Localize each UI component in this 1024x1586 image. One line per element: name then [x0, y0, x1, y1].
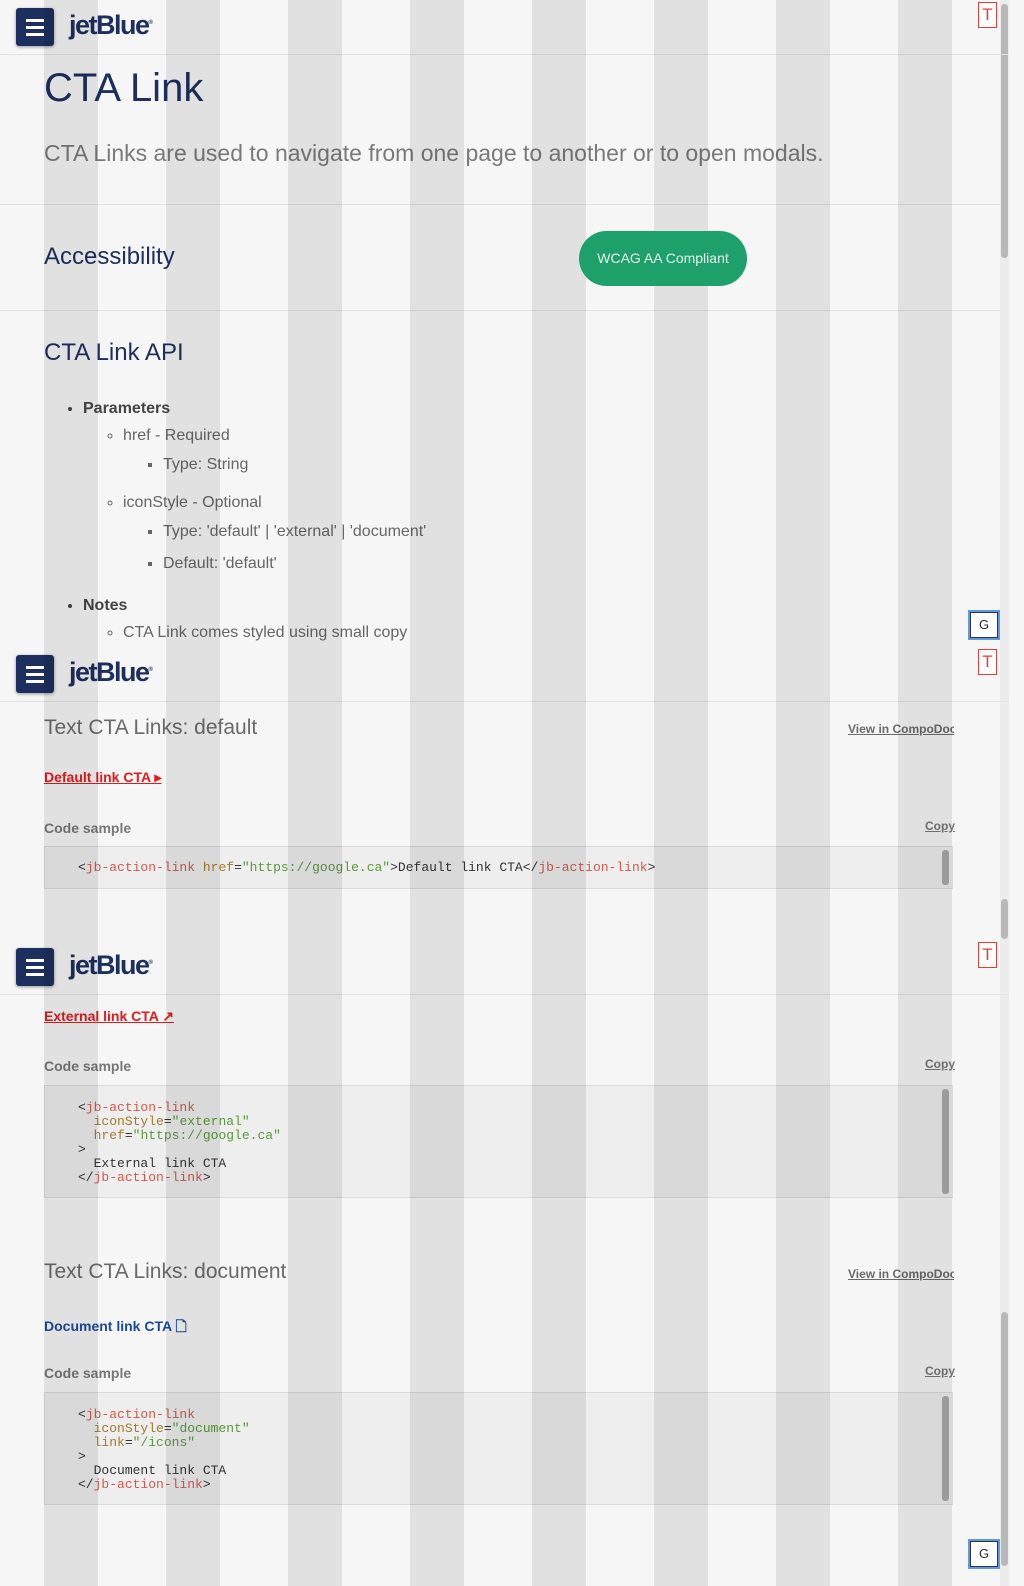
jetblue-logo[interactable]: jetBlue®	[69, 10, 153, 41]
menu-button[interactable]	[16, 948, 54, 986]
top-header: jetBlue® T	[0, 647, 1009, 702]
jetblue-logo[interactable]: jetBlue®	[69, 950, 153, 981]
copy-button[interactable]: Copy	[925, 1057, 955, 1071]
menu-button[interactable]	[16, 8, 54, 46]
code-block[interactable]: <jb-action-link iconStyle="document" lin…	[44, 1392, 953, 1505]
code-block[interactable]: <jb-action-link href="https://google.ca"…	[44, 846, 953, 889]
divider	[0, 310, 1000, 311]
section-title-document: Text CTA Links: document	[44, 1260, 287, 1283]
compodoc-link[interactable]: View in CompoDoc	[848, 1267, 954, 1281]
code-scrollbar[interactable]	[942, 850, 949, 885]
notes-item: Notes CTA Link comes styled using small …	[83, 595, 426, 647]
wcag-badge: WCAG AA Compliant	[579, 231, 747, 286]
code-block[interactable]: <jb-action-link iconStyle="external" hre…	[44, 1085, 953, 1198]
accessibility-heading: Accessibility	[44, 243, 175, 270]
g-marker-icon[interactable]: G	[968, 610, 1000, 640]
g-marker-icon[interactable]: G	[968, 1539, 1000, 1569]
parameters-item: Parameters href - Required Type: String …	[83, 398, 426, 595]
section-title-default: Text CTA Links: default	[44, 716, 258, 739]
page-lead: CTA Links are used to navigate from one …	[44, 140, 824, 166]
screen-section-default: jetBlue® T Text CTA Links: default View …	[0, 647, 1009, 940]
t-marker-icon[interactable]: T	[978, 2, 997, 28]
scrollbar[interactable]	[1000, 940, 1009, 1586]
param-iconstyle: iconStyle - Optional Type: 'default' | '…	[123, 490, 426, 589]
api-list: Parameters href - Required Type: String …	[44, 398, 426, 647]
copy-button[interactable]: Copy	[925, 1364, 955, 1378]
page-title: CTA Link	[44, 66, 204, 110]
external-arrow-icon: ↗	[162, 1008, 174, 1024]
screen-section-external-document: jetBlue® T External link CTA ↗ Code samp…	[0, 940, 1009, 1586]
compodoc-link[interactable]: View in CompoDoc	[848, 722, 954, 736]
top-header: jetBlue® T	[0, 0, 1009, 55]
external-link-cta[interactable]: External link CTA ↗	[44, 1008, 174, 1025]
chevron-right-icon: ▸	[154, 769, 162, 785]
t-marker-icon[interactable]: T	[978, 649, 997, 675]
scrollbar[interactable]	[1000, 0, 1009, 647]
divider	[0, 204, 1000, 205]
jetblue-logo[interactable]: jetBlue®	[69, 657, 153, 688]
t-marker-icon[interactable]: T	[978, 942, 997, 968]
param-iconstyle-default: Default: 'default'	[163, 551, 426, 583]
code-sample-label: Code sample	[44, 820, 132, 836]
document-link-cta[interactable]: Document link CTA 🗋	[44, 1316, 187, 1340]
code-scrollbar[interactable]	[942, 1089, 949, 1194]
code-sample-label: Code sample	[44, 1365, 132, 1381]
top-header: jetBlue® T	[0, 940, 1009, 995]
param-href-type: Type: String	[163, 452, 426, 484]
document-icon: 🗋	[175, 1318, 187, 1334]
param-href: href - Required Type: String	[123, 423, 426, 490]
code-scrollbar[interactable]	[942, 1396, 949, 1501]
param-iconstyle-type: Type: 'default' | 'external' | 'document…	[163, 519, 426, 551]
menu-button[interactable]	[16, 655, 54, 693]
default-link-cta[interactable]: Default link CTA ▸	[44, 769, 161, 786]
screen-section-intro: jetBlue® T CTA Link CTA Links are used t…	[0, 0, 1009, 647]
code-sample-label: Code sample	[44, 1058, 132, 1074]
api-heading: CTA Link API	[44, 339, 184, 366]
copy-button[interactable]: Copy	[925, 819, 955, 833]
notes-partial: CTA Link comes styled using small copy	[123, 620, 426, 647]
